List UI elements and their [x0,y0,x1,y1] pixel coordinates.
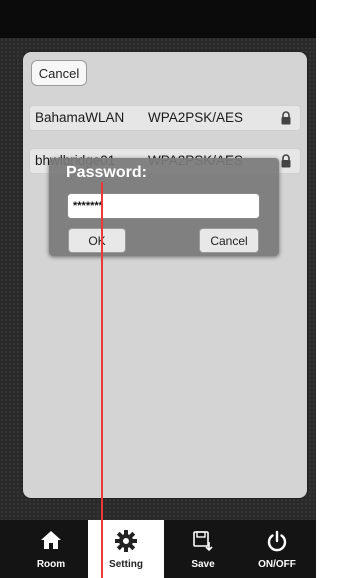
tab-room[interactable]: Room [14,520,88,578]
password-input[interactable] [67,193,260,219]
wifi-settings-panel: Cancel BahamaWLAN WPA2PSK/AES bhwlbridge… [23,52,307,498]
tab-label: Save [191,559,215,570]
dialog-cancel-button[interactable]: Cancel [199,228,259,253]
save-icon [193,531,213,552]
network-ssid: BahamaWLAN [35,110,125,125]
network-security: WPA2PSK/AES [148,110,244,125]
dialog-title: Password: [66,164,147,181]
home-icon [41,531,61,549]
network-row[interactable]: BahamaWLAN WPA2PSK/AES [29,105,301,131]
status-bar [0,0,316,38]
tab-label: Setting [109,559,143,570]
password-dialog: Password: OK Cancel [49,158,279,256]
tab-label: ON/OFF [258,559,296,570]
tab-bar: Room Setting Save ON/OFF [0,520,316,578]
power-icon [267,530,287,552]
tab-save[interactable]: Save [166,520,240,578]
cancel-button[interactable]: Cancel [31,60,87,86]
lock-icon [281,111,291,125]
annotation-pointer-line [101,182,103,578]
ok-button[interactable]: OK [68,228,126,253]
tab-onoff[interactable]: ON/OFF [240,520,314,578]
phone-screen: Cancel BahamaWLAN WPA2PSK/AES bhwlbridge… [0,0,316,578]
lock-icon [281,154,291,168]
tab-label: Room [36,559,66,570]
tab-setting[interactable]: Setting [88,520,164,578]
gear-icon [115,530,137,552]
